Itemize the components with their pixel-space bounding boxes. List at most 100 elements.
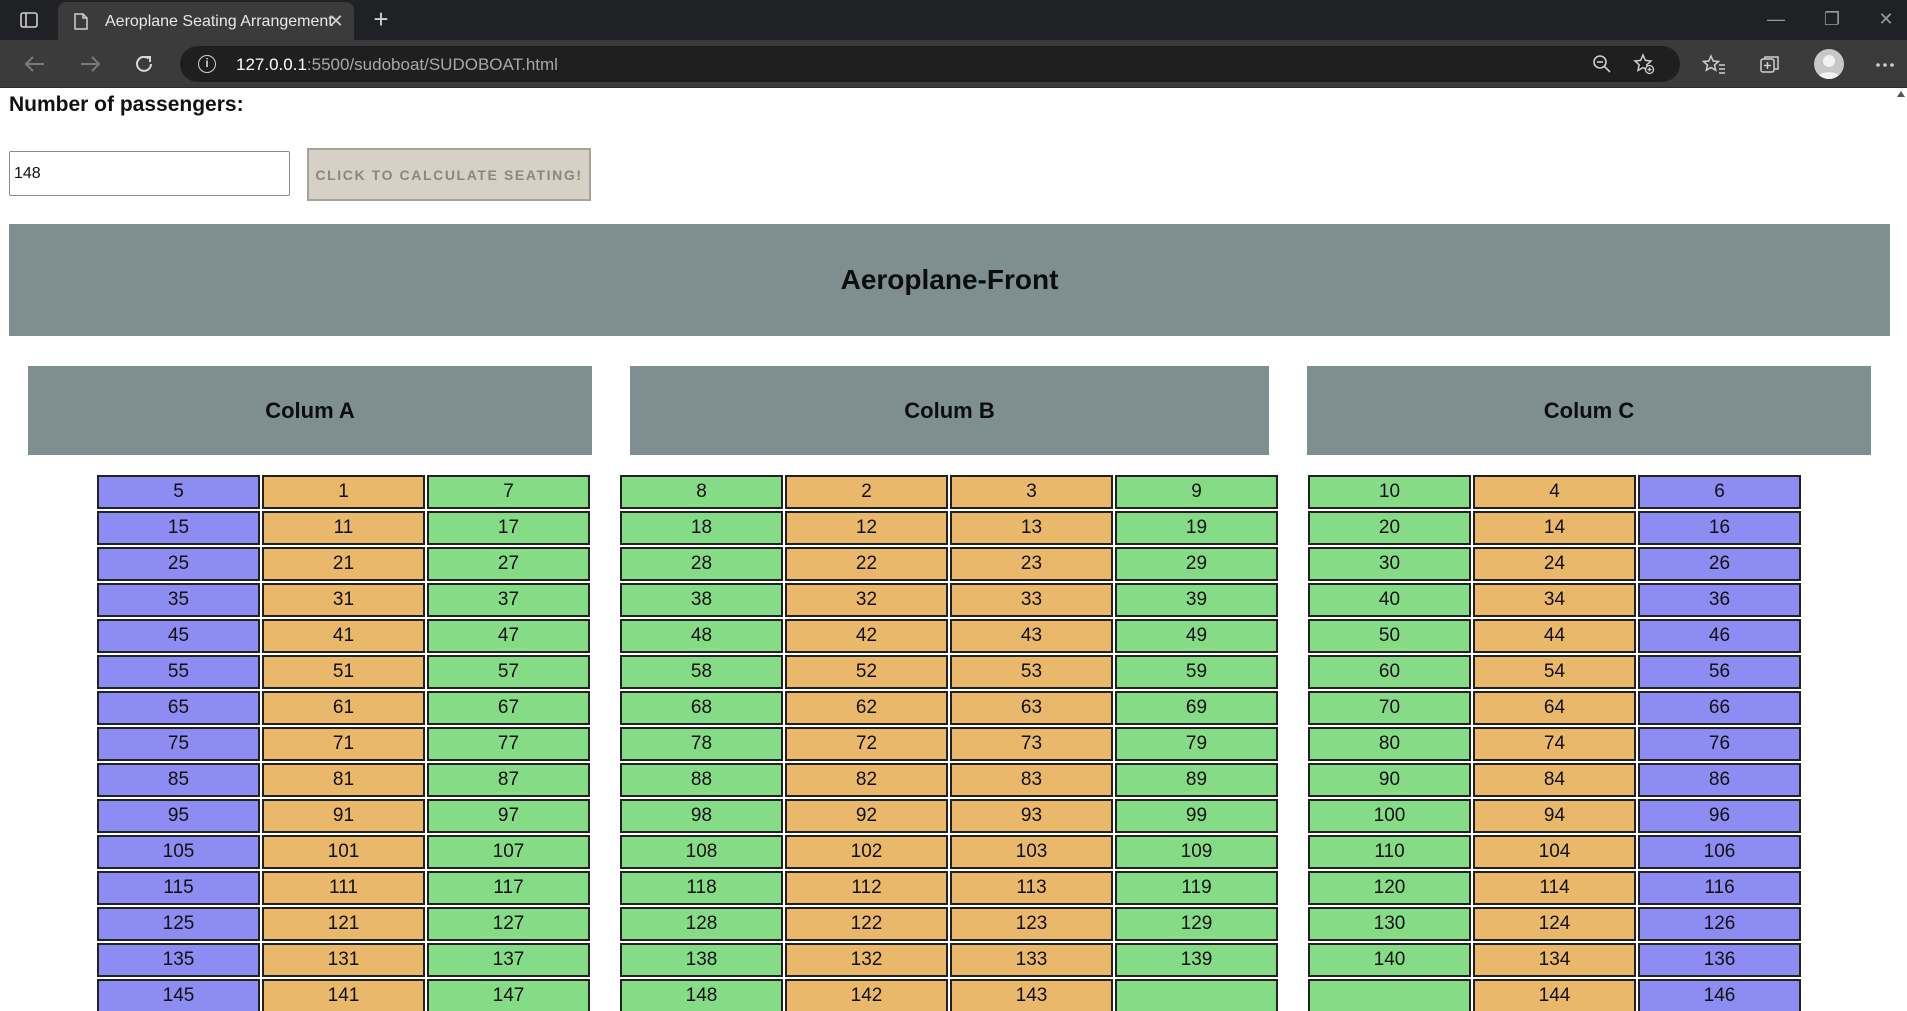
seat-cell: 38 [620, 583, 783, 617]
seat-cell: 132 [785, 943, 948, 977]
add-favorite-icon[interactable] [1632, 52, 1656, 76]
seat-cell: 79 [1115, 727, 1278, 761]
seat-cell: 28 [620, 547, 783, 581]
seat-cell: 19 [1115, 511, 1278, 545]
seat-cell: 68 [620, 691, 783, 725]
seat-cell: 135 [97, 943, 260, 977]
favorites-icon[interactable] [1699, 50, 1729, 80]
page-viewport: Number of passengers: CLICK TO CALCULATE… [0, 89, 1907, 1011]
tab-actions-icon[interactable] [16, 8, 42, 32]
seat-cell: 103 [950, 835, 1113, 869]
seat-cell: 114 [1473, 871, 1636, 905]
seat-cell: 65 [97, 691, 260, 725]
seat-cell: 133 [950, 943, 1113, 977]
seat-cell: 145 [97, 979, 260, 1011]
seat-cell: 67 [427, 691, 590, 725]
seat-cell: 146 [1638, 979, 1801, 1011]
seat-cell: 100 [1308, 799, 1471, 833]
seat-cell: 47 [427, 619, 590, 653]
seat-cell: 139 [1115, 943, 1278, 977]
seat-cell: 22 [785, 547, 948, 581]
seat-cell: 37 [427, 583, 590, 617]
column-b-header: Colum B [630, 366, 1269, 455]
seat-cell: 142 [785, 979, 948, 1011]
seat-cell: 31 [262, 583, 425, 617]
seat-cell: 120 [1308, 871, 1471, 905]
seat-cell: 92 [785, 799, 948, 833]
new-tab-icon[interactable]: + [368, 6, 394, 32]
zoom-out-icon[interactable] [1590, 52, 1614, 76]
restore-icon[interactable]: ❐ [1812, 6, 1852, 32]
seat-cell: 51 [262, 655, 425, 689]
close-window-icon[interactable]: ✕ [1866, 6, 1906, 32]
seat-cell: 127 [427, 907, 590, 941]
seat-cell: 43 [950, 619, 1113, 653]
url-text[interactable]: 127.0.0.1:5500/sudoboat/SUDOBOAT.html [236, 55, 558, 75]
seat-cell: 35 [97, 583, 260, 617]
seat-cell: 76 [1638, 727, 1801, 761]
seat-cell: 107 [427, 835, 590, 869]
seat-cell: 25 [97, 547, 260, 581]
seat-cell: 23 [950, 547, 1113, 581]
seat-cell: 18 [620, 511, 783, 545]
seat-cell: 91 [262, 799, 425, 833]
calculate-seating-button[interactable]: CLICK TO CALCULATE SEATING! [307, 148, 591, 201]
seat-cell: 112 [785, 871, 948, 905]
seat-cell: 94 [1473, 799, 1636, 833]
column-c-title: Colum C [1543, 397, 1635, 423]
seat-cell: 144 [1473, 979, 1636, 1011]
seat-cell: 75 [97, 727, 260, 761]
seat-cell: 53 [950, 655, 1113, 689]
seat-cell: 12 [785, 511, 948, 545]
seat-cell: 101 [262, 835, 425, 869]
seat-cell: 136 [1638, 943, 1801, 977]
seat-cell: 27 [427, 547, 590, 581]
seat-cell: 98 [620, 799, 783, 833]
seat-cell: 55 [97, 655, 260, 689]
seat-cell: 45 [97, 619, 260, 653]
seat-cell: 121 [262, 907, 425, 941]
seat-cell: 26 [1638, 547, 1801, 581]
close-tab-icon[interactable]: ✕ [326, 11, 346, 31]
seat-cell: 115 [97, 871, 260, 905]
collections-icon[interactable] [1755, 50, 1785, 80]
seat-cell: 48 [620, 619, 783, 653]
seat-cell: 93 [950, 799, 1113, 833]
browser-tab-active[interactable]: Aeroplane Seating Arrangement ✕ [58, 2, 354, 40]
seat-cell: 78 [620, 727, 783, 761]
seat-cell: 111 [262, 871, 425, 905]
passengers-label: Number of passengers: [9, 93, 244, 116]
site-info-icon[interactable]: i [198, 55, 216, 73]
seat-cell: 89 [1115, 763, 1278, 797]
seat-cell: 83 [950, 763, 1113, 797]
forward-arrow-icon[interactable] [76, 50, 104, 78]
more-menu-icon[interactable] [1870, 50, 1900, 80]
vertical-scrollbar[interactable] [1893, 89, 1907, 1011]
address-bar[interactable]: i 127.0.0.1:5500/sudoboat/SUDOBOAT.html [180, 46, 1680, 82]
seat-cell: 104 [1473, 835, 1636, 869]
minimize-icon[interactable]: — [1756, 6, 1796, 32]
back-arrow-icon[interactable] [21, 50, 49, 78]
seat-cell: 11 [262, 511, 425, 545]
seat-cell: 8 [620, 475, 783, 509]
seat-cell: 128 [620, 907, 783, 941]
seat-cell: 33 [950, 583, 1113, 617]
seat-cell: 87 [427, 763, 590, 797]
seat-cell: 97 [427, 799, 590, 833]
seat-cell: 52 [785, 655, 948, 689]
seat-cell: 102 [785, 835, 948, 869]
seat-cell: 17 [427, 511, 590, 545]
aeroplane-front-title: Aeroplane-Front [840, 264, 1059, 295]
refresh-icon[interactable] [130, 50, 158, 78]
seat-cell: 106 [1638, 835, 1801, 869]
seat-cell: 129 [1115, 907, 1278, 941]
seat-cell: 138 [620, 943, 783, 977]
scroll-up-arrow-icon[interactable] [1897, 91, 1905, 97]
seat-cell: 36 [1638, 583, 1801, 617]
seat-cell: 34 [1473, 583, 1636, 617]
profile-avatar-icon[interactable] [1814, 49, 1844, 79]
seat-cell: 74 [1473, 727, 1636, 761]
passengers-input[interactable] [9, 151, 290, 196]
seat-cell: 10 [1308, 475, 1471, 509]
seat-cell: 29 [1115, 547, 1278, 581]
